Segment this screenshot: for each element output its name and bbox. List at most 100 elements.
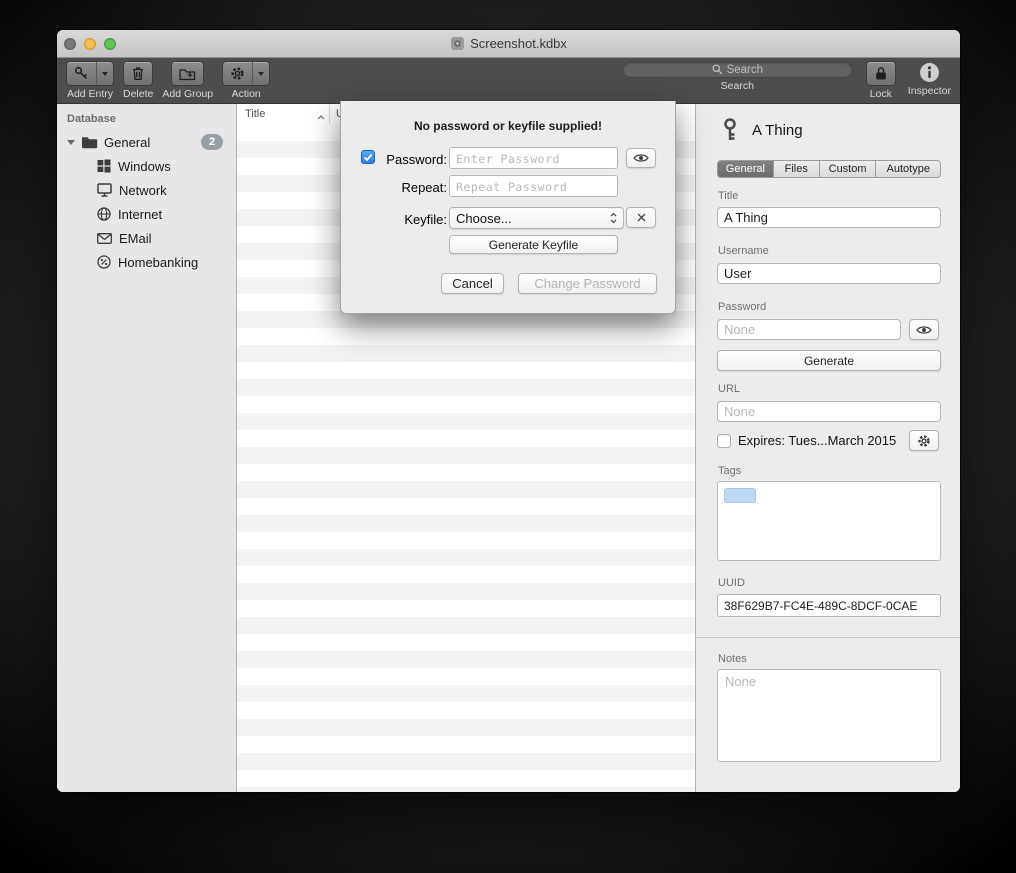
repeat-label: Repeat: xyxy=(377,180,447,195)
expires-settings-button[interactable] xyxy=(909,430,939,451)
generate-password-button[interactable]: Generate xyxy=(717,350,941,371)
uuid-field-label: UUID xyxy=(718,577,745,589)
tab-custom[interactable]: Custom xyxy=(819,161,876,177)
sidebar-item-label: Homebanking xyxy=(118,255,198,270)
lock-label: Lock xyxy=(870,88,892,100)
uuid-field[interactable] xyxy=(717,594,941,617)
tab-files[interactable]: Files xyxy=(773,161,819,177)
password-checkbox[interactable] xyxy=(361,150,375,164)
sidebar-item-internet[interactable]: Internet xyxy=(57,202,236,226)
key-icon xyxy=(67,62,96,85)
generate-keyfile-button[interactable]: Generate Keyfile xyxy=(449,235,618,254)
folder-icon xyxy=(81,136,98,149)
entry-count-badge: 2 xyxy=(201,134,223,150)
cancel-button[interactable]: Cancel xyxy=(441,273,504,294)
notes-field[interactable] xyxy=(717,669,941,762)
sidebar-item-network[interactable]: Network xyxy=(57,178,236,202)
dialog-message: No password or keyfile supplied! xyxy=(341,119,675,133)
search-placeholder: Search xyxy=(727,64,763,76)
reveal-password-button[interactable] xyxy=(909,319,939,340)
tab-general[interactable]: General xyxy=(718,161,773,177)
keyfile-label: Keyfile: xyxy=(377,212,447,227)
sidebar-item-email[interactable]: EMail xyxy=(57,226,236,250)
app-window: Screenshot.kdbx Add Entry Delete xyxy=(57,30,960,792)
disclosure-triangle-icon[interactable] xyxy=(67,140,75,145)
action-dropdown[interactable] xyxy=(252,62,269,85)
chevron-down-icon xyxy=(102,72,108,76)
gear-icon xyxy=(223,62,252,85)
folder-plus-icon xyxy=(172,62,203,85)
close-icon xyxy=(636,212,647,223)
keyfile-popup[interactable]: Choose... xyxy=(449,207,624,229)
sidebar-item-general[interactable]: General 2 xyxy=(57,130,236,154)
clear-keyfile-button[interactable] xyxy=(626,207,656,228)
expires-label: Expires: Tues...March 2015 xyxy=(738,433,896,448)
add-entry-label: Add Entry xyxy=(67,88,113,100)
password-dialog: No password or keyfile supplied! Passwor… xyxy=(340,101,676,314)
globe-icon xyxy=(97,207,111,221)
chevron-down-icon xyxy=(258,72,264,76)
eye-icon xyxy=(916,325,932,335)
notes-field-label: Notes xyxy=(718,653,747,665)
window-title-text: Screenshot.kdbx xyxy=(470,36,567,51)
password-label: Password: xyxy=(377,152,447,167)
delete-button[interactable] xyxy=(123,61,153,86)
tag-chip[interactable] xyxy=(724,488,756,503)
inspector-label: Inspector xyxy=(908,85,951,97)
entry-header: A Thing xyxy=(721,118,803,143)
column-header-title[interactable]: Title xyxy=(237,104,330,124)
inspector-group: Inspector xyxy=(908,61,951,97)
sort-ascending-icon xyxy=(317,111,325,123)
add-group-button[interactable] xyxy=(171,61,204,86)
windows-icon xyxy=(97,159,111,173)
document-icon xyxy=(450,36,465,51)
sidebar-item-homebanking[interactable]: Homebanking xyxy=(57,250,236,274)
search-icon xyxy=(712,64,723,75)
search-input[interactable]: Search xyxy=(622,61,853,78)
url-field-label: URL xyxy=(718,383,740,395)
sidebar: Database General 2 Windows Network xyxy=(57,104,237,792)
sidebar-item-label: Windows xyxy=(118,159,171,174)
sidebar-item-label: EMail xyxy=(119,231,152,246)
username-field[interactable] xyxy=(717,263,941,284)
entry-title: A Thing xyxy=(752,122,803,139)
username-field-label: Username xyxy=(718,245,769,257)
action-group: Action xyxy=(222,61,270,100)
title-field[interactable] xyxy=(717,207,941,228)
envelope-icon xyxy=(97,233,112,244)
add-entry-dropdown[interactable] xyxy=(96,62,113,85)
search-label: Search xyxy=(721,80,754,92)
tags-field[interactable] xyxy=(717,481,941,561)
lock-button[interactable] xyxy=(866,61,896,86)
delete-label: Delete xyxy=(123,88,153,100)
tab-autotype[interactable]: Autotype xyxy=(875,161,940,177)
url-field[interactable] xyxy=(717,401,941,422)
popup-chevrons-icon xyxy=(610,212,617,224)
tags-field-label: Tags xyxy=(718,465,741,477)
monitor-icon xyxy=(97,183,112,197)
eye-icon xyxy=(633,153,649,163)
sidebar-item-label: General xyxy=(104,135,150,150)
percent-coin-icon xyxy=(97,255,111,269)
reveal-password-button[interactable] xyxy=(626,148,656,168)
add-entry-button[interactable] xyxy=(66,61,114,86)
change-password-button[interactable]: Change Password xyxy=(518,273,657,294)
expires-checkbox[interactable] xyxy=(717,434,731,448)
add-entry-group: Add Entry xyxy=(66,61,114,100)
action-button[interactable] xyxy=(222,61,270,86)
key-icon xyxy=(721,118,739,143)
password-field[interactable] xyxy=(717,319,901,340)
add-group-label: Add Group xyxy=(162,88,213,100)
divider xyxy=(696,637,960,638)
sidebar-item-label: Internet xyxy=(118,207,162,222)
lock-icon xyxy=(875,66,887,81)
sidebar-item-windows[interactable]: Windows xyxy=(57,154,236,178)
inspector-toggle-button[interactable] xyxy=(919,62,940,83)
action-label: Action xyxy=(232,88,261,100)
window-title: Screenshot.kdbx xyxy=(57,36,960,51)
lock-group: Lock xyxy=(866,61,896,100)
trash-icon xyxy=(124,62,152,85)
password-input[interactable] xyxy=(449,147,618,169)
repeat-password-input[interactable] xyxy=(449,175,618,197)
title-field-label: Title xyxy=(718,190,738,202)
